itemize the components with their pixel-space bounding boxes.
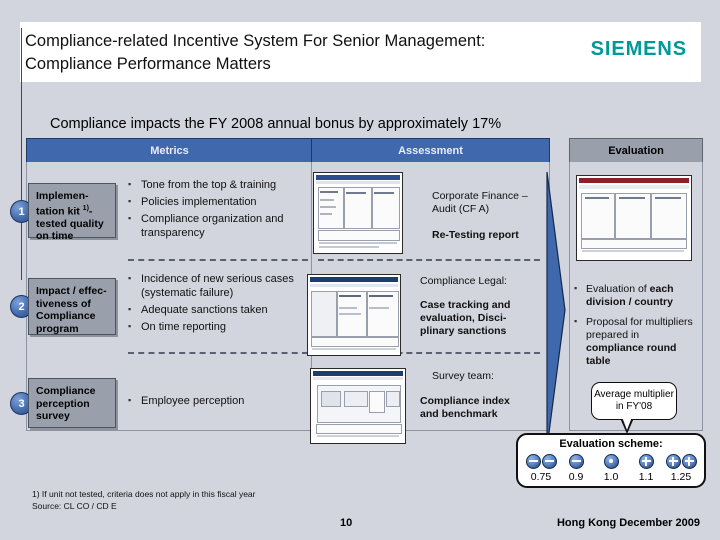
metric-label-2: Impact / effec-tiveness of Compliance prog… bbox=[28, 278, 116, 335]
row-divider-metrics-1 bbox=[128, 259, 308, 261]
evaluation-scheme-title: Evaluation scheme: bbox=[559, 438, 663, 450]
plus-plus-icon bbox=[665, 454, 681, 469]
list-item: Tone from the top & training bbox=[128, 177, 308, 192]
venue-date: Hong Kong December 2009 bbox=[556, 517, 700, 529]
source-text: Source: CL CO / CD E bbox=[32, 501, 117, 511]
re-testing-report-thumbnail bbox=[313, 172, 403, 254]
title-bar: Compliance-related Incentive System For … bbox=[20, 22, 701, 82]
column-header-evaluation: Evaluation bbox=[569, 138, 703, 164]
footnote-block: 1) If unit not tested, criteria does not… bbox=[32, 488, 255, 512]
list-item: Policies implementation bbox=[128, 194, 308, 209]
list-item: Proposal for multipliers prepared in com… bbox=[574, 315, 698, 368]
row-divider-assessment-1 bbox=[318, 259, 540, 261]
list-item: Adequate sanctions taken bbox=[128, 302, 308, 317]
evaluation-bullets: Evaluation of each division / country Pr… bbox=[574, 282, 698, 375]
scheme-item-0: 0.75 bbox=[524, 454, 558, 483]
scheme-item-2: 1.0 bbox=[594, 454, 628, 483]
scheme-item-4: 1.25 bbox=[664, 454, 698, 483]
list-item: Incidence of new serious cases (systemat… bbox=[128, 271, 308, 300]
list-item: Evaluation of each division / country bbox=[574, 282, 698, 309]
flow-lens-shape bbox=[546, 171, 566, 449]
neutral-dot-icon bbox=[603, 454, 619, 469]
scheme-item-3: 1.1 bbox=[629, 454, 663, 483]
scheme-item-1: 0.9 bbox=[559, 454, 593, 483]
assessment-owner-1: Corporate Finance – Audit (CF A) bbox=[432, 190, 528, 215]
evaluation-scheme-box: Evaluation scheme: 0.75 0.9 1.0 1.1 1.25 bbox=[516, 433, 706, 488]
column-header-assessment: Assessment bbox=[311, 138, 550, 164]
scheme-value: 0.75 bbox=[530, 471, 552, 483]
assessment-output-1: Re-Testing report bbox=[432, 229, 519, 241]
metric-bullets-3: Employee perception bbox=[128, 393, 308, 411]
metric-label-1: Implemen-tation kit 1)- tested quality on … bbox=[28, 183, 116, 242]
siemens-logo: SIEMENS bbox=[590, 38, 687, 60]
metric-label-3: Compliance perception survey bbox=[28, 378, 116, 428]
assessment-output-2: Case tracking and evaluation, Disci-plina… bbox=[420, 299, 511, 337]
case-tracking-report-thumbnail bbox=[307, 274, 401, 356]
scheme-value: 0.9 bbox=[568, 471, 584, 483]
list-item: On time reporting bbox=[128, 319, 308, 334]
page-number: 10 bbox=[340, 517, 353, 529]
footnote-text: 1) If unit not tested, criteria does not… bbox=[32, 489, 256, 499]
row-divider-metrics-2 bbox=[128, 352, 308, 354]
scheme-value: 1.1 bbox=[638, 471, 654, 483]
plus-icon bbox=[638, 454, 654, 469]
list-item: Employee perception bbox=[128, 393, 308, 408]
evaluation-report-thumbnail bbox=[576, 175, 692, 261]
metric-bullets-2: Incidence of new serious cases (systemat… bbox=[128, 271, 308, 337]
row-connector-line bbox=[21, 28, 22, 280]
page-title: Compliance-related Incentive System For … bbox=[25, 32, 486, 73]
assessment-owner-2: Compliance Legal: bbox=[420, 275, 507, 287]
average-multiplier-callout: Average multiplier in FY'08 bbox=[591, 382, 677, 420]
subtitle: Compliance impacts the FY 2008 annual bo… bbox=[50, 116, 502, 132]
list-item: Compliance organization and transparency bbox=[128, 211, 308, 240]
scheme-value: 1.0 bbox=[603, 471, 619, 483]
plus-plus-icon bbox=[681, 454, 697, 469]
metric-bullets-1: Tone from the top & training Policies im… bbox=[128, 177, 308, 243]
survey-report-thumbnail bbox=[310, 368, 406, 444]
minus-minus-icon bbox=[541, 454, 557, 469]
assessment-output-3: Compliance index and benchmark bbox=[420, 395, 510, 420]
scheme-value: 1.25 bbox=[670, 471, 692, 483]
minus-minus-icon bbox=[525, 454, 541, 469]
column-header-metrics: Metrics bbox=[26, 138, 313, 164]
callout-tail-inner bbox=[622, 417, 632, 430]
assessment-owner-3: Survey team: bbox=[432, 370, 494, 382]
minus-icon bbox=[568, 454, 584, 469]
